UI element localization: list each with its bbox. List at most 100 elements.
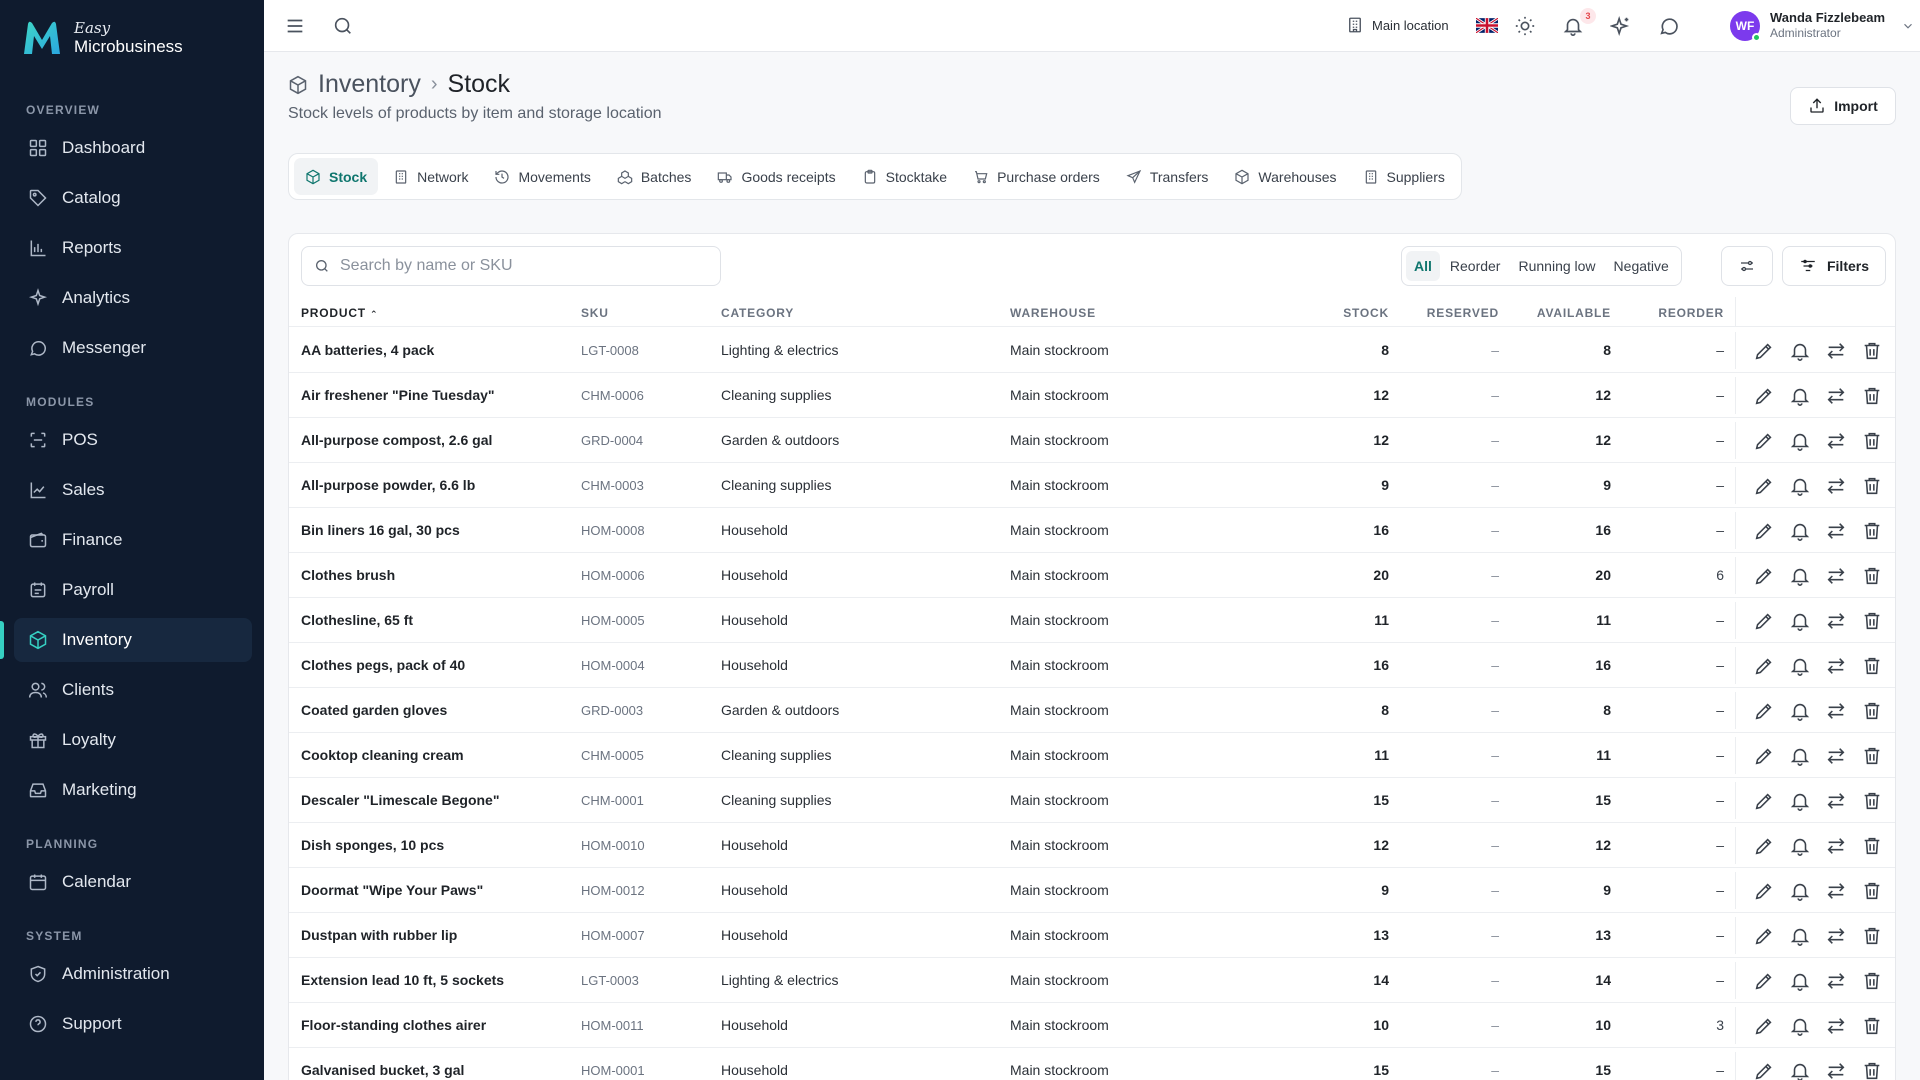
sidebar-item-catalog[interactable]: Catalog [14, 176, 252, 220]
edit-icon[interactable] [1753, 610, 1775, 632]
edit-icon[interactable] [1753, 1015, 1775, 1037]
edit-icon[interactable] [1753, 385, 1775, 407]
table-row[interactable]: Bin liners 16 gal, 30 pcs HOM-0008 House… [289, 508, 1895, 553]
trash-icon[interactable] [1861, 385, 1883, 407]
bell-icon[interactable] [1789, 520, 1811, 542]
edit-icon[interactable] [1753, 835, 1775, 857]
edit-icon[interactable] [1753, 655, 1775, 677]
trash-icon[interactable] [1861, 1015, 1883, 1037]
bell-icon[interactable] [1789, 610, 1811, 632]
segment-reorder[interactable]: Reorder [1442, 251, 1509, 281]
bell-icon[interactable] [1789, 835, 1811, 857]
sidebar-item-support[interactable]: Support [14, 1002, 252, 1046]
bell-icon[interactable] [1789, 1060, 1811, 1080]
table-row[interactable]: Clothes brush HOM-0006 Household Main st… [289, 553, 1895, 598]
tab-stocktake[interactable]: Stocktake [851, 158, 958, 195]
edit-icon[interactable] [1753, 880, 1775, 902]
trash-icon[interactable] [1861, 340, 1883, 362]
segment-running-low[interactable]: Running low [1510, 251, 1603, 281]
table-row[interactable]: Cooktop cleaning cream CHM-0005 Cleaning… [289, 733, 1895, 778]
table-row[interactable]: All-purpose powder, 6.6 lb CHM-0003 Clea… [289, 463, 1895, 508]
edit-icon[interactable] [1753, 520, 1775, 542]
table-row[interactable]: AA batteries, 4 pack LGT-0008 Lighting &… [289, 328, 1895, 373]
transfer-icon[interactable] [1825, 655, 1847, 677]
transfer-icon[interactable] [1825, 835, 1847, 857]
trash-icon[interactable] [1861, 745, 1883, 767]
trash-icon[interactable] [1861, 880, 1883, 902]
tab-transfers[interactable]: Transfers [1115, 158, 1220, 195]
sidebar-item-dashboard[interactable]: Dashboard [14, 126, 252, 170]
sidebar-item-clients[interactable]: Clients [14, 668, 252, 712]
trash-icon[interactable] [1861, 970, 1883, 992]
sidebar-item-pos[interactable]: POS [14, 418, 252, 462]
sidebar-item-reports[interactable]: Reports [14, 226, 252, 270]
column-header-reorder[interactable]: REORDER [1658, 306, 1724, 320]
chat-icon[interactable] [1658, 15, 1680, 37]
transfer-icon[interactable] [1825, 700, 1847, 722]
ai-sparkle-icon[interactable] [1610, 15, 1632, 37]
tab-suppliers[interactable]: Suppliers [1352, 158, 1456, 195]
sidebar-item-inventory[interactable]: Inventory [14, 618, 252, 662]
bell-icon[interactable] [1789, 745, 1811, 767]
search-field[interactable]: Search by name or SKU [301, 246, 721, 286]
column-header-reserved[interactable]: RESERVED [1427, 306, 1499, 320]
column-header-sku[interactable]: SKU [581, 306, 609, 320]
bell-icon[interactable] [1789, 565, 1811, 587]
bell-icon[interactable] [1789, 970, 1811, 992]
column-header-category[interactable]: CATEGORY [721, 306, 794, 320]
column-header-available[interactable]: AVAILABLE [1537, 306, 1611, 320]
search-icon[interactable] [332, 15, 354, 37]
brand[interactable]: Easy Microbusiness [20, 18, 183, 58]
edit-icon[interactable] [1753, 700, 1775, 722]
transfer-icon[interactable] [1825, 385, 1847, 407]
sidebar-item-analytics[interactable]: Analytics [14, 276, 252, 320]
uk-flag-icon[interactable] [1476, 18, 1498, 33]
sidebar-item-loyalty[interactable]: Loyalty [14, 718, 252, 762]
trash-icon[interactable] [1861, 1060, 1883, 1080]
sidebar-item-calendar[interactable]: Calendar [14, 860, 252, 904]
trash-icon[interactable] [1861, 610, 1883, 632]
tab-batches[interactable]: Batches [606, 158, 703, 195]
transfer-icon[interactable] [1825, 520, 1847, 542]
transfer-icon[interactable] [1825, 745, 1847, 767]
transfer-icon[interactable] [1825, 475, 1847, 497]
bell-icon[interactable] [1789, 655, 1811, 677]
column-header-product[interactable]: PRODUCT ⌃ [301, 306, 378, 320]
tab-warehouses[interactable]: Warehouses [1223, 158, 1347, 195]
bell-icon[interactable] [1789, 790, 1811, 812]
transfer-icon[interactable] [1825, 790, 1847, 812]
trash-icon[interactable] [1861, 925, 1883, 947]
table-row[interactable]: Extension lead 10 ft, 5 sockets LGT-0003… [289, 958, 1895, 1003]
breadcrumb-inventory[interactable]: Inventory [318, 70, 421, 99]
column-header-warehouse[interactable]: WAREHOUSE [1010, 306, 1096, 320]
bell-icon[interactable] [1789, 880, 1811, 902]
edit-icon[interactable] [1753, 430, 1775, 452]
edit-icon[interactable] [1753, 925, 1775, 947]
filters-button[interactable]: Filters [1782, 246, 1886, 286]
bell-icon[interactable] [1789, 340, 1811, 362]
transfer-icon[interactable] [1825, 925, 1847, 947]
trash-icon[interactable] [1861, 430, 1883, 452]
table-row[interactable]: Coated garden gloves GRD-0003 Garden & o… [289, 688, 1895, 733]
table-row[interactable]: Clothesline, 65 ft HOM-0005 Household Ma… [289, 598, 1895, 643]
segment-negative[interactable]: Negative [1606, 251, 1677, 281]
trash-icon[interactable] [1861, 475, 1883, 497]
tab-stock[interactable]: Stock [294, 158, 379, 195]
tab-movements[interactable]: Movements [483, 158, 601, 195]
bell-icon[interactable] [1789, 700, 1811, 722]
edit-icon[interactable] [1753, 565, 1775, 587]
table-row[interactable]: Galvanised bucket, 3 gal HOM-0001 Househ… [289, 1048, 1895, 1080]
location-selector[interactable]: Main location [1346, 16, 1449, 34]
trash-icon[interactable] [1861, 565, 1883, 587]
tab-goods-receipts[interactable]: Goods receipts [706, 158, 846, 195]
sidebar-item-payroll[interactable]: Payroll [14, 568, 252, 612]
bell-icon[interactable] [1789, 430, 1811, 452]
table-row[interactable]: Clothes pegs, pack of 40 HOM-0004 Househ… [289, 643, 1895, 688]
menu-icon[interactable] [284, 15, 306, 37]
edit-icon[interactable] [1753, 745, 1775, 767]
table-row[interactable]: Air freshener "Pine Tuesday" CHM-0006 Cl… [289, 373, 1895, 418]
trash-icon[interactable] [1861, 655, 1883, 677]
edit-icon[interactable] [1753, 475, 1775, 497]
sidebar-item-finance[interactable]: Finance [14, 518, 252, 562]
bell-icon[interactable] [1789, 925, 1811, 947]
